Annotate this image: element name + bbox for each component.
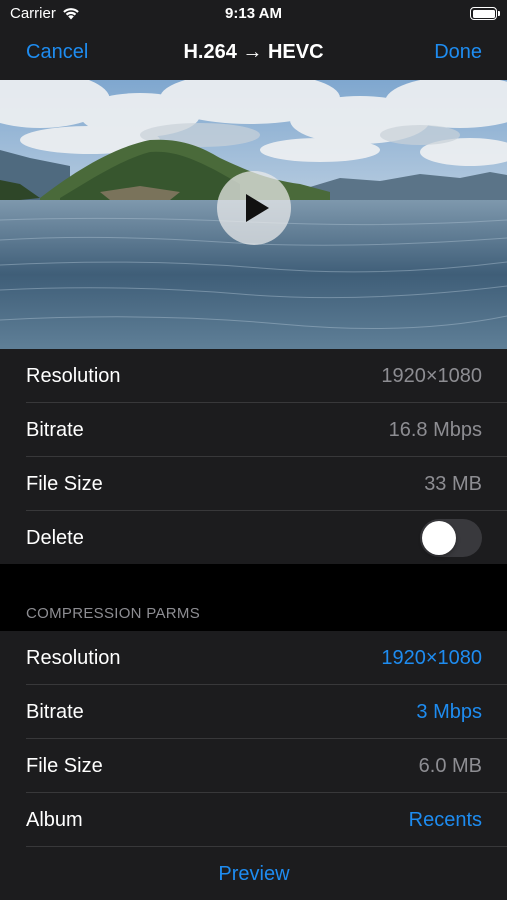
source-file-size-row: File Size 33 MB bbox=[0, 457, 507, 511]
compression-bitrate-row[interactable]: Bitrate 3 Mbps bbox=[0, 685, 507, 739]
row-label: File Size bbox=[26, 472, 103, 495]
cancel-button[interactable]: Cancel bbox=[26, 41, 88, 64]
compression-group: Resolution 1920×1080 Bitrate 3 Mbps File… bbox=[0, 631, 507, 900]
preview-row[interactable]: Preview bbox=[0, 847, 507, 900]
battery-icon bbox=[470, 7, 500, 20]
album-row[interactable]: Album Recents bbox=[0, 793, 507, 847]
done-button[interactable]: Done bbox=[434, 41, 482, 64]
compression-file-size-row: File Size 6.0 MB bbox=[0, 739, 507, 793]
delete-toggle[interactable] bbox=[420, 519, 482, 557]
row-label: Resolution bbox=[26, 364, 121, 387]
row-label: Resolution bbox=[26, 646, 121, 669]
resolution-value[interactable]: 1920×1080 bbox=[381, 647, 482, 670]
file-size-value: 6.0 MB bbox=[418, 754, 482, 777]
battery-fill bbox=[472, 9, 495, 18]
source-resolution-row: Resolution 1920×1080 bbox=[0, 349, 507, 403]
row-value: 1920×1080 bbox=[381, 364, 482, 387]
play-button[interactable] bbox=[217, 171, 291, 245]
row-label: Bitrate bbox=[26, 700, 84, 723]
compression-section-header: COMPRESSION PARMS bbox=[26, 605, 201, 622]
status-bar: Carrier 9:13 AM bbox=[0, 0, 507, 28]
delete-row: Delete bbox=[0, 511, 507, 565]
row-label: Album bbox=[26, 808, 83, 831]
toggle-knob bbox=[422, 521, 456, 555]
preview-button[interactable]: Preview bbox=[218, 863, 289, 886]
play-icon bbox=[246, 194, 269, 222]
video-preview[interactable] bbox=[0, 80, 507, 349]
source-bitrate-row: Bitrate 16.8 Mbps bbox=[0, 403, 507, 457]
row-label: File Size bbox=[26, 754, 103, 777]
source-info-group: Resolution 1920×1080 Bitrate 16.8 Mbps F… bbox=[0, 349, 507, 564]
row-label: Bitrate bbox=[26, 418, 84, 441]
navigation-bar: Cancel H.264 → HEVC Done bbox=[0, 28, 507, 80]
row-value: 16.8 Mbps bbox=[388, 418, 482, 441]
delete-label: Delete bbox=[26, 526, 84, 549]
bitrate-value[interactable]: 3 Mbps bbox=[416, 701, 482, 724]
row-value: 33 MB bbox=[424, 472, 482, 495]
status-time: 9:13 AM bbox=[225, 5, 282, 22]
compression-resolution-row[interactable]: Resolution 1920×1080 bbox=[0, 631, 507, 685]
album-value[interactable]: Recents bbox=[409, 809, 482, 832]
